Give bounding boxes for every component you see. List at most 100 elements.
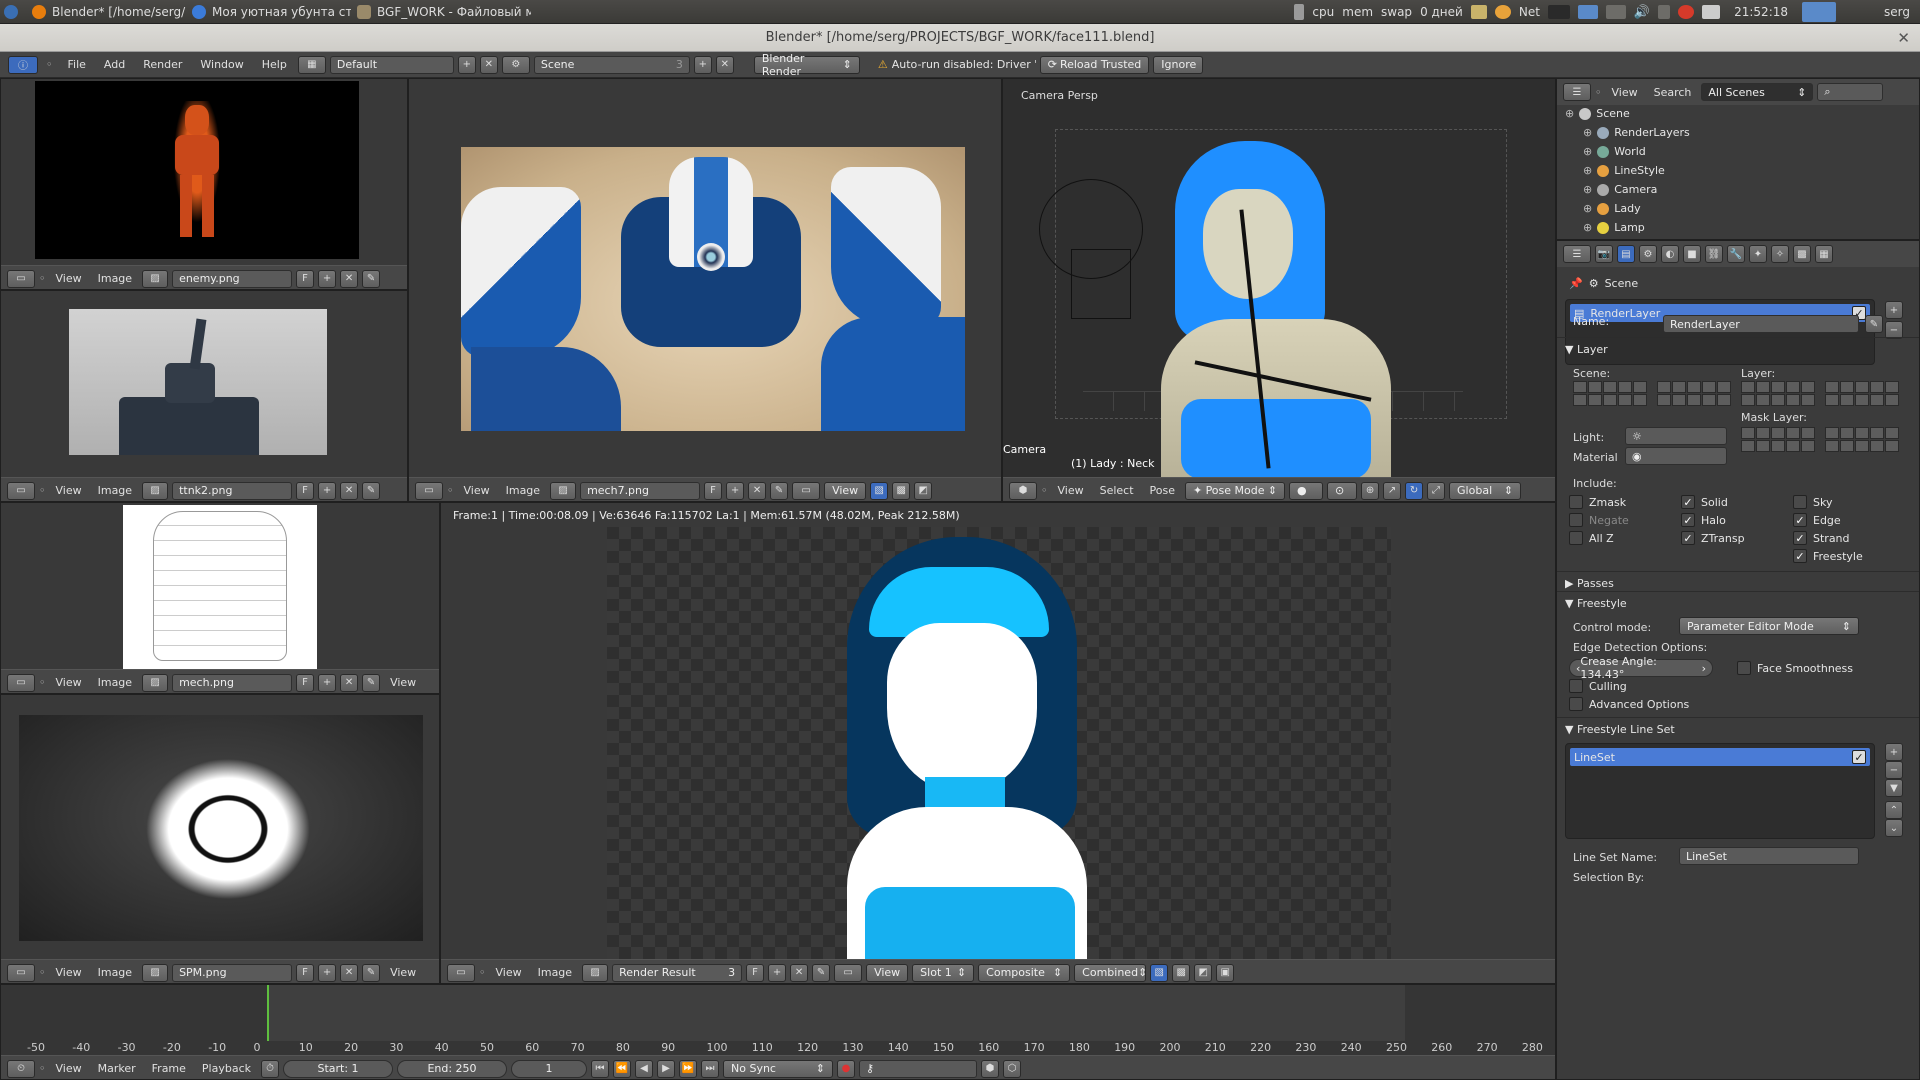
- editor-type-icon[interactable]: ⓘ: [8, 55, 38, 74]
- include-checkbox[interactable]: ✓: [1793, 549, 1807, 563]
- include-checkbox[interactable]: ✓: [1793, 531, 1807, 545]
- record-icon[interactable]: ●: [837, 1059, 856, 1078]
- collapse-icon[interactable]: ◦: [39, 1062, 46, 1075]
- outliner[interactable]: ☰ ◦ View Search All Scenes ⇕ ⌕ ⊕ Scene ⊕ Ren…: [1556, 78, 1920, 240]
- name-field[interactable]: RenderLayer: [1663, 315, 1859, 333]
- image-name-field[interactable]: mech7.png: [580, 481, 701, 500]
- z-buffer-icon[interactable]: ◩: [1194, 963, 1213, 982]
- add-image-icon[interactable]: +: [318, 481, 337, 500]
- tray-mem[interactable]: mem: [1342, 5, 1373, 19]
- culling-row[interactable]: Culling: [1569, 679, 1627, 693]
- include-option[interactable]: Sky: [1793, 495, 1832, 509]
- remove-image-icon[interactable]: ✕: [340, 673, 359, 692]
- play-icon[interactable]: ▶: [657, 1059, 676, 1078]
- add-image-icon[interactable]: +: [768, 963, 787, 982]
- editor-type-icon[interactable]: ⏲: [7, 1059, 35, 1078]
- keyboard-icon[interactable]: [1605, 5, 1626, 19]
- scene-icon[interactable]: ⚙: [501, 55, 530, 74]
- pin-icon[interactable]: ✎: [362, 269, 381, 288]
- editor-type-icon[interactable]: ⬢: [1009, 481, 1037, 500]
- display-channels-icon[interactable]: ▧: [1150, 963, 1169, 982]
- insert-keyframe-icon[interactable]: ⬢: [981, 1059, 1000, 1078]
- remove-image-icon[interactable]: ✕: [790, 963, 809, 982]
- collapse-icon[interactable]: ◦: [39, 484, 46, 497]
- expand-icon[interactable]: ⊕: [1583, 164, 1592, 177]
- remove-image-icon[interactable]: ✕: [340, 963, 359, 982]
- jump-end-icon[interactable]: ⏭: [701, 1059, 720, 1078]
- image-browse-icon[interactable]: ▨: [142, 269, 169, 288]
- pivot-select[interactable]: ⊙: [1327, 481, 1358, 500]
- screen-layout-icon[interactable]: ▦: [297, 55, 326, 74]
- search-input[interactable]: ⌕: [1817, 83, 1884, 101]
- menu-view[interactable]: View: [50, 1062, 88, 1075]
- include-option[interactable]: ✓ Edge: [1793, 513, 1841, 527]
- menu-search[interactable]: Search: [1648, 86, 1698, 99]
- alpha-icon[interactable]: ▩: [892, 481, 911, 500]
- image-editor-spm[interactable]: ▭ ◦ View Image ▨ SPM.png F + ✕ ✎ View: [0, 694, 440, 984]
- remove-image-icon[interactable]: ✕: [340, 269, 359, 288]
- preview-range-icon[interactable]: ⏱: [261, 1059, 280, 1078]
- image-browse-icon[interactable]: ▨: [142, 963, 169, 982]
- advanced-options-row[interactable]: Advanced Options: [1569, 697, 1689, 711]
- calendar-icon[interactable]: [1470, 5, 1487, 19]
- tab-render-icon[interactable]: 📷: [1595, 245, 1613, 263]
- menu-view[interactable]: View: [50, 484, 88, 497]
- view-menu-icon[interactable]: ▭: [834, 963, 863, 982]
- crease-angle-field[interactable]: ‹ Crease Angle: 134.43° ›: [1569, 655, 1713, 681]
- menu-image[interactable]: Image: [532, 966, 578, 979]
- sync-select[interactable]: No Sync ⇕: [723, 1059, 834, 1078]
- network-graph-icon[interactable]: [1547, 5, 1570, 19]
- clock[interactable]: 21:52:18: [1734, 5, 1788, 19]
- tab-data-icon[interactable]: ✦: [1749, 245, 1767, 263]
- face-smoothness-checkbox[interactable]: [1737, 661, 1751, 675]
- tab-material-icon[interactable]: ▩: [1793, 245, 1811, 263]
- advanced-options-checkbox[interactable]: [1569, 697, 1583, 711]
- outliner-item[interactable]: ⊕ LineStyle: [1583, 164, 1665, 177]
- tray-net[interactable]: Net: [1519, 5, 1540, 19]
- control-mode-select[interactable]: Parameter Editor Mode ⇕: [1679, 617, 1859, 635]
- menu-pose[interactable]: Pose: [1144, 484, 1181, 497]
- timeline[interactable]: -50 -40 -30 -20 -10 0 10 20 30 40 50 60 70 80 90 100 110…: [0, 984, 1556, 1080]
- add-image-icon[interactable]: +: [318, 963, 337, 982]
- mode-select[interactable]: ✦ Pose Mode ⇕: [1185, 481, 1286, 500]
- close-icon[interactable]: ✕: [1897, 29, 1910, 47]
- mask-layers-grid-b[interactable]: [1825, 427, 1899, 452]
- prev-keyframe-icon[interactable]: ⏪: [613, 1059, 632, 1078]
- pin-icon[interactable]: ✎: [812, 963, 831, 982]
- remove-scene-icon[interactable]: ✕: [715, 55, 734, 74]
- tab-render-layers-icon[interactable]: ▤: [1617, 245, 1635, 263]
- include-option[interactable]: Zmask: [1569, 495, 1626, 509]
- menu-image[interactable]: Image: [92, 966, 138, 979]
- view-menu-icon[interactable]: ▭: [792, 481, 821, 500]
- image-name-field[interactable]: ttnk2.png: [172, 481, 293, 500]
- menu-image[interactable]: Image: [92, 484, 138, 497]
- editor-type-icon[interactable]: ▭: [7, 673, 35, 692]
- add-render-layer-icon[interactable]: +: [1885, 301, 1903, 319]
- tab-modifiers-icon[interactable]: 🔧: [1727, 245, 1745, 263]
- culling-checkbox[interactable]: [1569, 679, 1583, 693]
- outliner-item[interactable]: ⊕ Scene: [1565, 107, 1630, 120]
- menu-view[interactable]: View: [458, 484, 496, 497]
- properties-editor[interactable]: ☰ 📷 ▤ ⚙ ◐ ■ ⛓ 🔧 ✦ ✧ ▩ ▦ 📌 ⚙ Scene ▤ RenderL…: [1556, 240, 1920, 1080]
- expand-icon[interactable]: ⊕: [1583, 126, 1592, 139]
- fake-user-button[interactable]: F: [296, 481, 315, 500]
- taskbar-window-blender[interactable]: Blender* [/home/serg/PROJ...: [26, 0, 186, 24]
- tray-uptime[interactable]: 0 дней: [1420, 5, 1463, 19]
- outliner-item[interactable]: ⊕ World: [1583, 145, 1646, 158]
- play-reverse-icon[interactable]: ◀: [635, 1059, 654, 1078]
- fake-user-button[interactable]: F: [296, 963, 315, 982]
- mask-layers-grid-a[interactable]: [1741, 427, 1815, 452]
- collapse-icon[interactable]: ◦: [479, 966, 486, 979]
- include-option[interactable]: ✓ Solid: [1681, 495, 1728, 509]
- start-frame-field[interactable]: Start: 1: [283, 1059, 394, 1078]
- menu-marker[interactable]: Marker: [92, 1062, 142, 1075]
- include-option[interactable]: All Z: [1569, 531, 1614, 545]
- taskbar-window-browser[interactable]: Моя уютная убунта студи...: [186, 0, 351, 24]
- include-option[interactable]: Negate: [1569, 513, 1629, 527]
- include-checkbox[interactable]: [1569, 495, 1583, 509]
- collapse-icon[interactable]: ◦: [39, 966, 46, 979]
- jump-start-icon[interactable]: ⏮: [591, 1059, 610, 1078]
- image-editor-mech7[interactable]: ▭ ◦ View Image ▨ mech7.png F + ✕ ✎ ▭ Vie…: [408, 78, 1002, 502]
- menu-help[interactable]: Help: [255, 58, 294, 71]
- session-app-icon[interactable]: [1802, 2, 1837, 22]
